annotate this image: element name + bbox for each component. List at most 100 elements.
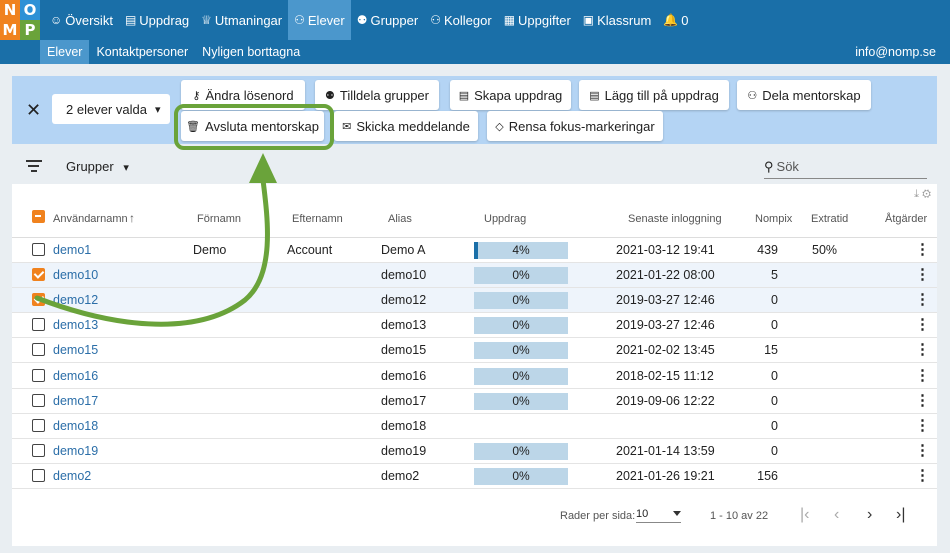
key-icon: ⚷ — [192, 89, 201, 102]
previous-page-icon[interactable]: ‹ — [834, 506, 839, 524]
progress-label: 0% — [512, 343, 530, 358]
nav-item-0[interactable]: ☺ Översikt — [44, 0, 119, 40]
nav-item-1[interactable]: ▤ Uppdrag — [119, 0, 195, 40]
more-actions-icon[interactable]: ⋮ — [915, 367, 930, 385]
more-actions-icon[interactable]: ⋮ — [915, 442, 930, 460]
column-header-0[interactable]: Användarnamn — [53, 213, 128, 225]
nompix: 0 — [771, 418, 778, 433]
username-link[interactable]: demo16 — [53, 369, 98, 383]
table-row[interactable]: demo13 demo13 0% 2019-03-27 12:46 0 ⋮ — [12, 313, 937, 339]
column-header-2: Efternamn — [292, 213, 343, 225]
username-link[interactable]: demo1 — [53, 243, 91, 257]
highlight-box — [174, 104, 334, 150]
more-actions-icon[interactable]: ⋮ — [915, 291, 930, 309]
nav-item-7[interactable]: ▣ Klassrum — [577, 0, 658, 40]
user-email-menu[interactable]: info@nomp.se — [855, 40, 936, 64]
table-row[interactable]: demo1 Demo Account Demo A 4% 2021-03-12 19:41… — [12, 238, 937, 263]
table-row[interactable]: demo19 demo19 0% 2021-01-14 13:59 0 ⋮ — [12, 439, 937, 464]
action-button-mail[interactable]: ✉ Skicka meddelande — [334, 111, 478, 141]
sort-ascending-icon[interactable]: ↑ — [129, 211, 135, 225]
chevron-down-icon: ▾ — [154, 103, 161, 116]
progress-bar: 0% — [474, 342, 568, 360]
row-checkbox[interactable] — [32, 343, 45, 357]
username-link[interactable]: demo18 — [53, 419, 98, 433]
filter-icon[interactable] — [26, 160, 42, 175]
more-actions-icon[interactable]: ⋮ — [915, 341, 930, 359]
column-header-8: Åtgärder — [885, 213, 928, 225]
username-link[interactable]: demo12 — [53, 293, 98, 307]
nomp-logo[interactable]: NOMP — [0, 0, 40, 40]
alias: demo15 — [381, 343, 427, 358]
nompix: 439 — [757, 243, 778, 257]
table-row[interactable]: demo10 demo10 0% 2021-01-22 08:00 5 ⋮ — [12, 263, 937, 289]
alias: Demo A — [381, 243, 426, 257]
column-header-3: Alias — [388, 213, 412, 225]
nav-item-8[interactable]: 🔔 0 — [657, 0, 694, 40]
alias: demo16 — [381, 368, 427, 383]
table-row[interactable]: demo18 demo18 0 ⋮ — [12, 414, 937, 439]
table-row[interactable]: demo17 demo17 0% 2019-09-06 12:22 0 ⋮ — [12, 389, 937, 414]
row-checkbox[interactable] — [32, 443, 45, 457]
download-icon[interactable]: ⤓ — [914, 188, 919, 200]
progress-bar: 0% — [474, 367, 568, 385]
table-row[interactable]: demo12 demo12 0% 2019-03-27 12:46 0 ⋮ — [12, 288, 937, 314]
username-link[interactable]: demo15 — [53, 343, 98, 357]
search-input[interactable] — [776, 159, 907, 174]
first-page-icon[interactable]: |‹ — [800, 506, 809, 524]
username-link[interactable]: demo2 — [53, 469, 91, 483]
settings-gear-icon[interactable]: ⚙ — [922, 188, 931, 200]
username-link[interactable]: demo19 — [53, 444, 98, 458]
nav-item-3[interactable]: ⚇ Elever — [288, 0, 351, 40]
sub-nav: Elever Kontaktpersoner Nyligen borttagna — [40, 40, 307, 64]
main-nav: ☺ Översikt ▤ Uppdrag ♕ Utmaningar ⚇ Elever ⚉ Grup… — [44, 0, 695, 40]
more-actions-icon[interactable]: ⋮ — [915, 467, 930, 485]
more-actions-icon[interactable]: ⋮ — [915, 392, 930, 410]
select-all-checkbox[interactable] — [32, 210, 45, 223]
more-actions-icon[interactable]: ⋮ — [915, 241, 930, 259]
selected-count-dropdown[interactable]: 2 elever valda ▾ — [52, 94, 170, 124]
row-checkbox[interactable] — [32, 393, 45, 407]
row-checkbox[interactable] — [32, 418, 45, 432]
progress-bar: 0% — [474, 292, 568, 310]
last-page-icon[interactable]: ›| — [896, 506, 905, 524]
progress-label: 0% — [512, 318, 530, 333]
row-checkbox[interactable] — [32, 243, 45, 256]
more-actions-icon[interactable]: ⋮ — [915, 266, 930, 284]
row-checkbox[interactable] — [32, 293, 45, 307]
action-button-share-mentor[interactable]: ⚇ Dela mentorskap — [737, 80, 871, 110]
table-row[interactable]: demo16 demo16 0% 2018-02-15 11:12 0 ⋮ — [12, 364, 937, 389]
last-login: 2021-02-02 13:45 — [616, 343, 715, 358]
nav-item-5[interactable]: ⚇ Kollegor — [424, 0, 497, 40]
progress-label: 4% — [512, 243, 530, 257]
last-login: 2019-03-27 12:46 — [616, 293, 715, 308]
row-checkbox[interactable] — [32, 318, 45, 332]
more-actions-icon[interactable]: ⋮ — [915, 417, 930, 435]
nav-item-4[interactable]: ⚉ Grupper — [351, 0, 424, 40]
action-button-task[interactable]: ▤ Skapa uppdrag — [450, 80, 571, 110]
table-row[interactable]: demo2 demo2 0% 2021-01-26 19:21 156 ⋮ — [12, 464, 937, 489]
next-page-icon[interactable]: › — [867, 506, 872, 524]
action-button-group[interactable]: ⚉ Tilldela grupper — [315, 80, 439, 110]
username-link[interactable]: demo13 — [53, 318, 98, 332]
more-actions-icon[interactable]: ⋮ — [915, 316, 930, 334]
row-checkbox[interactable] — [32, 468, 45, 482]
close-selection-button[interactable]: ✕ — [26, 101, 41, 119]
nompix: 0 — [771, 368, 778, 383]
subnav-item-2[interactable]: Nyligen borttagna — [195, 40, 307, 64]
rows-per-page-select[interactable]: 10 — [636, 508, 681, 523]
nav-item-6[interactable]: ▦ Uppgifter — [498, 0, 577, 40]
subnav-item-0[interactable]: Elever — [40, 40, 90, 64]
groups-dropdown[interactable]: Grupper ▾ — [66, 159, 129, 174]
row-checkbox[interactable] — [32, 368, 45, 382]
table-row[interactable]: demo15 demo15 0% 2021-02-02 13:45 15 ⋮ — [12, 338, 937, 364]
chevron-down-icon: ▾ — [123, 162, 129, 174]
nav-item-2[interactable]: ♕ Utmaningar — [195, 0, 288, 40]
username-link[interactable]: demo10 — [53, 268, 98, 282]
action-button-eraser[interactable]: ◇ Rensa fokus-markeringar — [487, 111, 663, 141]
subnav-item-1[interactable]: Kontaktpersoner — [89, 40, 195, 64]
username-link[interactable]: demo17 — [53, 394, 98, 408]
row-checkbox[interactable] — [32, 268, 45, 282]
pagination: Rader per sida: 10 1 - 10 av 22 |‹ ‹ › ›… — [12, 502, 937, 532]
action-button-add-task[interactable]: ▤ Lägg till på uppdrag — [579, 80, 729, 110]
progress-label: 0% — [512, 468, 530, 483]
